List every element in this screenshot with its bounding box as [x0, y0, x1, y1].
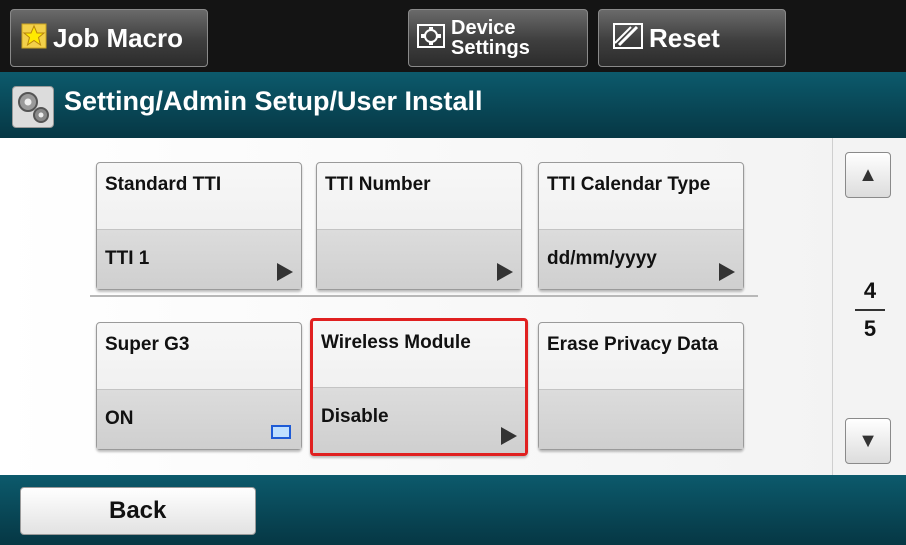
- job-macro-button[interactable]: Job Macro: [10, 9, 208, 67]
- device-settings-label-line1: Device: [451, 17, 516, 39]
- wireless-module-tile[interactable]: Wireless Module Disable: [310, 318, 528, 456]
- standard-tti-tile[interactable]: Standard TTI TTI 1: [96, 162, 302, 290]
- tile-value: Disable: [313, 387, 525, 453]
- top-toolbar: Job Macro Device Settings Reset: [0, 0, 906, 72]
- arrow-right-icon: [497, 263, 513, 281]
- reset-label: Reset: [649, 22, 720, 53]
- device-settings-label-line2: Settings: [451, 37, 530, 59]
- arrow-right-icon: [501, 427, 517, 445]
- device-settings-icon: [417, 23, 445, 53]
- tile-value: TTI 1: [97, 229, 301, 289]
- tile-value: [539, 389, 743, 449]
- row-divider: [90, 295, 758, 297]
- tti-number-tile[interactable]: TTI Number: [316, 162, 522, 290]
- page-down-button[interactable]: ▼: [845, 418, 891, 464]
- star-icon: [21, 23, 47, 54]
- settings-panel: Standard TTI TTI 1 TTI Number TTI Calend…: [0, 138, 906, 475]
- page-up-button[interactable]: ▲: [845, 152, 891, 198]
- tile-value: [317, 229, 521, 289]
- reset-icon: [613, 22, 643, 54]
- gear-icon: [12, 86, 54, 128]
- page-navigator: ▲ 4 5 ▼: [832, 138, 906, 475]
- title-bar: Setting/Admin Setup/User Install: [0, 72, 906, 138]
- device-settings-button[interactable]: Device Settings: [408, 9, 588, 67]
- tile-label: Super G3: [105, 334, 190, 355]
- triangle-down-icon: ▼: [858, 429, 878, 452]
- tile-value: ON: [97, 389, 301, 449]
- page-title: Setting/Admin Setup/User Install: [64, 86, 483, 116]
- page-separator: [855, 309, 885, 311]
- tile-label: TTI Number: [325, 174, 431, 195]
- arrow-right-icon: [719, 263, 735, 281]
- tile-label: Standard TTI: [105, 174, 222, 195]
- tile-label: Wireless Module: [321, 332, 471, 353]
- total-pages: 5: [863, 316, 877, 341]
- back-button[interactable]: Back: [20, 487, 256, 535]
- checkbox-icon: [271, 425, 291, 439]
- bottom-bar: Back: [0, 475, 906, 545]
- current-page: 4: [863, 278, 877, 303]
- tti-calendar-type-tile[interactable]: TTI Calendar Type dd/mm/yyyy: [538, 162, 744, 290]
- reset-button[interactable]: Reset: [598, 9, 786, 67]
- triangle-up-icon: ▲: [858, 163, 878, 186]
- tile-label: Erase Privacy Data: [547, 334, 719, 355]
- arrow-right-icon: [277, 263, 293, 281]
- job-macro-label: Job Macro: [53, 22, 184, 53]
- tile-value: dd/mm/yyyy: [539, 229, 743, 289]
- erase-privacy-data-tile[interactable]: Erase Privacy Data: [538, 322, 744, 450]
- super-g3-tile[interactable]: Super G3 ON: [96, 322, 302, 450]
- tile-label: TTI Calendar Type: [547, 174, 711, 195]
